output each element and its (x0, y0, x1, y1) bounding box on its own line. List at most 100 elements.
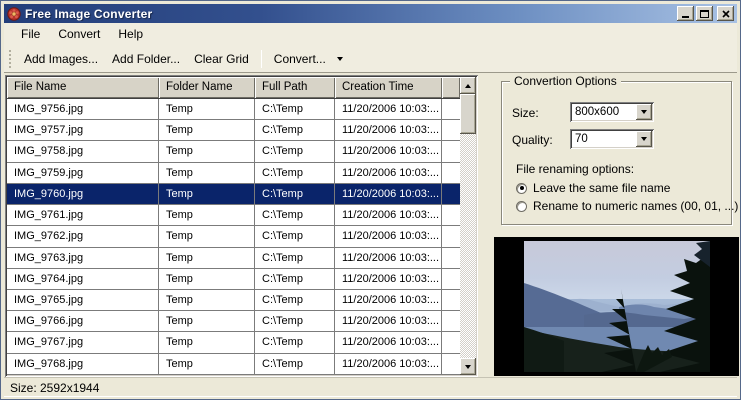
menu-file[interactable]: File (12, 24, 49, 44)
status-size-text: Size: 2592x1944 (10, 380, 100, 395)
table-row[interactable]: IMG_9763.jpg Temp C:\Temp 11/20/2006 10:03:… (7, 247, 460, 269)
table-cell: 11/20/2006 10:03:... (335, 247, 442, 269)
table-cell: 11/20/2006 10:03:... (335, 311, 442, 333)
table-cell: C:\Temp (255, 247, 335, 269)
image-preview-panel (494, 237, 739, 376)
grid-header: File Name Folder Name Full Path Creation… (7, 77, 460, 99)
table-row[interactable]: IMG_9768.jpg Temp C:\Temp 11/20/2006 10:03:… (7, 353, 460, 375)
table-cell: IMG_9761.jpg (7, 205, 159, 227)
size-value: 800x600 (575, 106, 620, 118)
column-header-creation-time[interactable]: Creation Time (335, 77, 442, 99)
table-cell: C:\Temp (255, 205, 335, 227)
menu-bar: File Convert Help (4, 23, 737, 45)
table-cell: Temp (159, 141, 255, 163)
table-cell: Temp (159, 226, 255, 248)
table-cell: Temp (159, 120, 255, 142)
table-cell: 11/20/2006 10:03:... (335, 332, 442, 354)
minimize-icon (682, 16, 689, 18)
convert-button[interactable]: Convert... (267, 48, 333, 70)
scroll-up-button[interactable] (460, 77, 476, 94)
quality-value: 70 (575, 133, 588, 145)
minimize-button[interactable] (677, 6, 694, 21)
table-row[interactable]: IMG_9759.jpg Temp C:\Temp 11/20/2006 10:03:… (7, 162, 460, 184)
maximize-icon (700, 9, 709, 18)
menu-convert[interactable]: Convert (49, 24, 109, 44)
table-cell (442, 184, 460, 206)
table-cell (442, 354, 460, 375)
toolbar-separator (260, 49, 262, 68)
scrollbar-track[interactable] (460, 134, 476, 358)
column-header-folder-name[interactable]: Folder Name (159, 77, 255, 99)
size-label: Size: (512, 106, 539, 120)
table-cell (442, 332, 460, 354)
table-cell (442, 269, 460, 290)
table-cell: 11/20/2006 10:03:... (335, 162, 442, 184)
table-cell: 11/20/2006 10:03:... (335, 289, 442, 312)
table-cell: IMG_9757.jpg (7, 120, 159, 142)
table-cell: IMG_9756.jpg (7, 99, 159, 121)
vertical-scrollbar[interactable] (460, 77, 476, 375)
table-body: IMG_9756.jpg Temp C:\Temp 11/20/2006 10:03:… (7, 99, 460, 375)
table-cell (442, 248, 460, 269)
table-row[interactable]: IMG_9765.jpg Temp C:\Temp 11/20/2006 10:03:… (7, 289, 460, 312)
menu-help[interactable]: Help (109, 24, 152, 44)
add-folder-button[interactable]: Add Folder... (105, 48, 187, 70)
table-cell (442, 120, 460, 142)
toolbar-grip[interactable] (9, 49, 13, 68)
column-header-file-name[interactable]: File Name (7, 77, 159, 99)
table-cell: IMG_9765.jpg (7, 289, 159, 312)
radio-rename-numeric[interactable]: Rename to numeric names (00, 01, ...) (516, 199, 738, 213)
table-cell: 11/20/2006 10:03:... (335, 183, 442, 206)
conversion-options-group: Convertion Options Size: 800x600 Quality… (501, 74, 738, 225)
radio-leave-same-name[interactable]: Leave the same file name (516, 181, 670, 195)
table-cell: IMG_9759.jpg (7, 162, 159, 184)
table-cell: IMG_9768.jpg (7, 353, 159, 375)
scroll-down-button[interactable] (460, 358, 476, 375)
convert-dropdown-button[interactable] (333, 49, 347, 69)
table-row[interactable]: IMG_9758.jpg Temp C:\Temp 11/20/2006 10:03:… (7, 141, 460, 163)
table-cell: Temp (159, 311, 255, 333)
table-row[interactable]: IMG_9761.jpg Temp C:\Temp 11/20/2006 10:03:… (7, 205, 460, 227)
window-title: Free Image Converter (25, 6, 153, 21)
file-grid: File Name Folder Name Full Path Creation… (5, 75, 478, 377)
table-row[interactable]: IMG_9756.jpg Temp C:\Temp 11/20/2006 10:03:… (7, 99, 460, 121)
size-dropdown-button[interactable] (636, 104, 652, 120)
table-cell: C:\Temp (255, 353, 335, 375)
table-cell: C:\Temp (255, 226, 335, 248)
close-button[interactable] (717, 6, 734, 21)
table-row[interactable]: IMG_9767.jpg Temp C:\Temp 11/20/2006 10:03:… (7, 332, 460, 354)
column-header-full-path[interactable]: Full Path (255, 77, 335, 99)
table-cell (442, 163, 460, 184)
table-cell: C:\Temp (255, 120, 335, 142)
table-cell: 11/20/2006 10:03:... (335, 99, 442, 121)
chevron-down-icon (641, 137, 647, 141)
table-cell: Temp (159, 162, 255, 184)
scrollbar-thumb[interactable] (460, 94, 476, 134)
table-row[interactable]: IMG_9766.jpg Temp C:\Temp 11/20/2006 10:03:… (7, 311, 460, 333)
title-bar[interactable]: Free Image Converter (4, 4, 737, 23)
clear-grid-button[interactable]: Clear Grid (187, 48, 256, 70)
maximize-button[interactable] (696, 6, 713, 21)
table-cell: C:\Temp (255, 268, 335, 290)
chevron-down-icon (336, 56, 343, 61)
table-cell: Temp (159, 247, 255, 269)
table-cell: 11/20/2006 10:03:... (335, 205, 442, 227)
table-cell: Temp (159, 268, 255, 290)
quality-combobox[interactable]: 70 (570, 129, 654, 149)
table-cell: IMG_9766.jpg (7, 311, 159, 333)
table-cell: Temp (159, 205, 255, 227)
table-cell: IMG_9762.jpg (7, 226, 159, 248)
table-cell: C:\Temp (255, 289, 335, 312)
table-row[interactable]: IMG_9760.jpg Temp C:\Temp 11/20/2006 10:03:… (7, 183, 460, 206)
table-row[interactable]: IMG_9762.jpg Temp C:\Temp 11/20/2006 10:03:… (7, 226, 460, 248)
table-row[interactable]: IMG_9757.jpg Temp C:\Temp 11/20/2006 10:03:… (7, 120, 460, 142)
table-row[interactable]: IMG_9764.jpg Temp C:\Temp 11/20/2006 10:03:… (7, 268, 460, 290)
size-combobox[interactable]: 800x600 (570, 102, 654, 122)
add-images-button[interactable]: Add Images... (17, 48, 105, 70)
table-cell (442, 290, 460, 312)
quality-dropdown-button[interactable] (636, 131, 652, 147)
arrow-up-icon (465, 83, 471, 88)
radio-label: Rename to numeric names (00, 01, ...) (533, 199, 739, 213)
table-cell: C:\Temp (255, 311, 335, 333)
rename-options-label: File renaming options: (516, 162, 635, 176)
